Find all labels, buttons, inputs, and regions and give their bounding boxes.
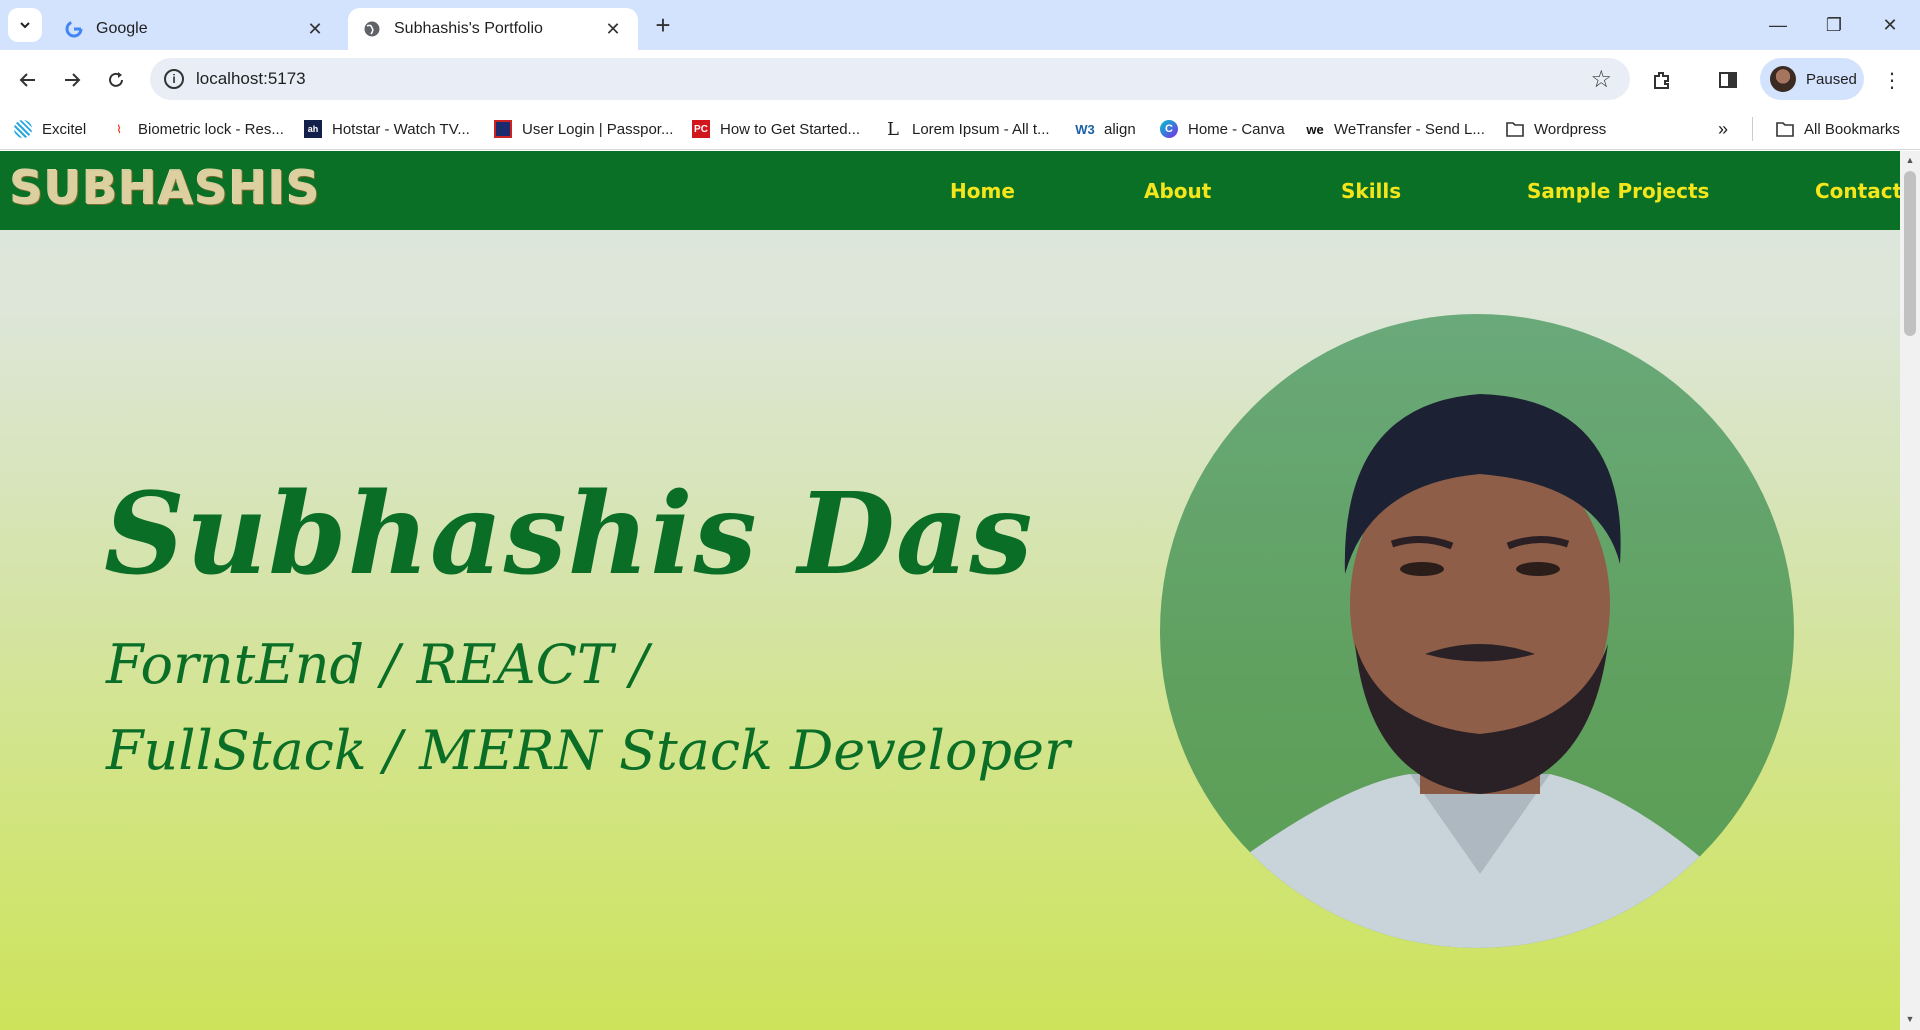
wetransfer-icon: we [1306,121,1324,137]
bookmark-folder[interactable]: Wordpress [1506,116,1606,142]
bookmark-item[interactable]: C Home - Canva [1160,116,1285,142]
bookmark-item[interactable]: ⌇ Biometric lock - Res... [110,116,284,142]
bookmark-label: WeTransfer - Send L... [1334,120,1485,138]
arrow-left-icon [19,73,35,87]
bookmark-label: Wordpress [1534,120,1607,138]
tab-portfolio[interactable]: Subhashis's Portfolio ✕ [348,8,638,50]
scroll-up-arrow-icon[interactable]: ▲ [1904,155,1916,167]
bookmark-item[interactable]: W3 align [1075,116,1136,142]
site-info-icon[interactable]: i [164,69,184,89]
site-logo[interactable]: SUBHASHIS [10,161,321,215]
profile-photo [1160,314,1794,948]
address-bar[interactable]: i localhost:5173 ☆ [150,58,1630,100]
tab-title: Subhashis's Portfolio [394,20,543,37]
bookmark-item[interactable]: L Lorem Ipsum - All t... [884,116,1050,142]
restore-button[interactable]: ❐ [1806,0,1862,50]
extensions-icon[interactable] [1646,64,1678,96]
w3-icon: W3 [1075,121,1095,137]
all-bookmarks-button[interactable]: All Bookmarks [1776,116,1900,142]
new-tab-button[interactable]: + [648,10,678,40]
divider [1752,117,1753,141]
site-navbar: SUBHASHIS Home About Skills Sample Proje… [0,151,1900,230]
bookmark-label: Biometric lock - Res... [138,120,284,138]
browser-toolbar: i localhost:5173 ☆ Paused ⋮ [0,50,1920,108]
bookmark-label: How to Get Started... [720,120,861,138]
passport-icon [494,120,512,138]
profile-button[interactable]: Paused [1760,58,1864,100]
fingerprint-icon: ⌇ [116,123,122,136]
nav-home[interactable]: Home [950,179,1015,203]
bookmark-label: Lorem Ipsum - All t... [912,120,1050,138]
nav-contact[interactable]: Contact [1815,179,1900,203]
pc-icon: PC [692,120,710,138]
excitel-icon [14,120,32,138]
bookmark-label: align [1104,120,1136,138]
bookmark-label: All Bookmarks [1804,120,1900,138]
bookmark-label: Excitel [42,120,87,138]
bookmark-item[interactable]: ah Hotstar - Watch TV... [304,116,470,142]
folder-icon [1776,120,1794,138]
bookmark-item[interactable]: User Login | Passpor... [494,116,673,142]
google-icon [64,19,84,39]
bookmark-label: Home - Canva [1188,120,1285,138]
menu-icon[interactable]: ⋮ [1876,64,1908,96]
bookmark-item[interactable]: PC How to Get Started... [692,116,860,142]
bookmark-label: Hotstar - Watch TV... [332,120,470,138]
address-url[interactable]: localhost:5173 [196,69,306,89]
hotstar-icon: ah [304,120,322,138]
avatar [1770,66,1796,92]
tab-title: Google [96,20,148,37]
minimize-button[interactable]: — [1750,0,1806,50]
nav-about[interactable]: About [1144,179,1211,203]
hero-role-line-2: FullStack / MERN Stack Developer [106,719,1070,782]
bookmark-item[interactable]: we WeTransfer - Send L... [1306,116,1485,142]
page-scrollbar[interactable]: ▲ ▼ [1900,151,1920,1030]
nav-sample-projects[interactable]: Sample Projects [1527,179,1709,203]
bookmark-item[interactable]: Excitel [14,116,86,142]
reload-icon [109,72,123,87]
scroll-down-arrow-icon[interactable]: ▼ [1904,1014,1916,1026]
side-panel-icon[interactable] [1712,64,1744,96]
reload-button[interactable] [98,62,134,98]
folder-icon [1506,120,1524,138]
more-bookmarks-icon[interactable]: » [1718,116,1728,142]
tab-google[interactable]: Google ✕ [50,8,340,50]
hero-name: Subhashis Das [104,469,1034,600]
forward-button[interactable] [54,62,90,98]
tab-search-button[interactable] [8,8,42,42]
chevron-down-icon [20,22,30,29]
tab-strip: Google ✕ Subhashis's Portfolio ✕ + — ❐ ✕ [0,0,1920,50]
close-tab-icon[interactable]: ✕ [602,18,624,40]
bookmark-label: User Login | Passpor... [522,120,674,138]
bookmark-star-icon[interactable]: ☆ [1590,65,1612,94]
arrow-right-icon [65,73,81,87]
globe-icon [362,19,382,39]
lorem-icon: L [887,118,899,140]
hero-role-line-1: ForntEnd / REACT / [106,633,649,696]
page-viewport: SUBHASHIS Home About Skills Sample Proje… [0,151,1900,1030]
profile-status: Paused [1806,70,1857,88]
bookmarks-bar: Excitel ⌇ Biometric lock - Res... ah Hot… [0,108,1920,150]
canva-icon: C [1160,120,1178,138]
scrollbar-thumb[interactable] [1904,171,1916,336]
close-tab-icon[interactable]: ✕ [304,18,326,40]
back-button[interactable] [10,62,46,98]
nav-skills[interactable]: Skills [1341,179,1401,203]
close-window-button[interactable]: ✕ [1862,0,1918,50]
